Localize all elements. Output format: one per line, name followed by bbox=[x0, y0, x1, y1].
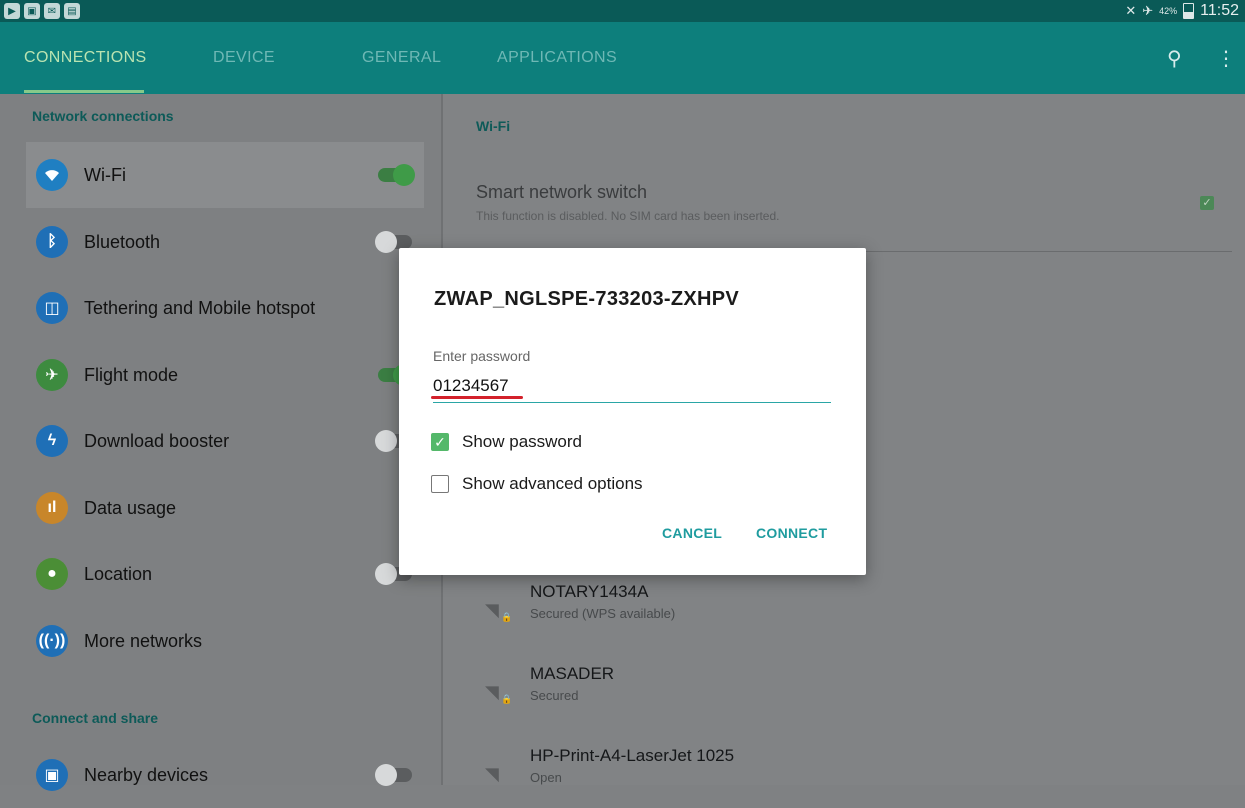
battery-percent: 42% bbox=[1159, 6, 1178, 16]
search-icon[interactable]: ⚲ bbox=[1167, 46, 1182, 71]
sidebar-item-data-usage[interactable]: ıl Data usage bbox=[26, 475, 424, 541]
show-advanced-options-checkbox[interactable] bbox=[431, 475, 449, 493]
sidebar-item-more-networks[interactable]: ((·)) More networks bbox=[26, 608, 424, 674]
status-right: ✕ ✈ 42% 11:52 bbox=[1125, 2, 1239, 20]
notification-icons: ▶ ▣ ✉ ▤ bbox=[4, 3, 80, 19]
sidebar-item-tethering[interactable]: ◫ Tethering and Mobile hotspot bbox=[26, 275, 424, 341]
smart-network-switch-subtitle: This function is disabled. No SIM card h… bbox=[476, 209, 780, 223]
bluetooth-toggle[interactable] bbox=[375, 231, 412, 253]
sidebar-item-download-booster[interactable]: ϟ Download booster bbox=[26, 408, 424, 474]
sidebar-item-location[interactable]: ● Location bbox=[26, 541, 424, 607]
sidebar-item-label: Download booster bbox=[84, 430, 230, 451]
network-item-notary[interactable]: ◥ 🔒 NOTARY1434A Secured (WPS available) bbox=[473, 582, 1173, 642]
hotspot-icon: ◫ bbox=[36, 292, 68, 324]
youtube-notification-icon: ▶ bbox=[4, 3, 20, 19]
cancel-button[interactable]: CANCEL bbox=[662, 525, 722, 541]
show-advanced-options-label[interactable]: Show advanced options bbox=[462, 474, 643, 494]
show-password-label[interactable]: Show password bbox=[462, 432, 582, 452]
sidebar-item-label: More networks bbox=[84, 630, 203, 651]
wifi-secured-icon: ◥ bbox=[485, 682, 499, 702]
sidebar-item-nearby-devices[interactable]: ▣ Nearby devices bbox=[26, 742, 424, 808]
dialog-title: ZWAP_NGLSPE-733203-ZXHPV bbox=[434, 288, 740, 310]
section-connect-and-share: Connect and share bbox=[32, 710, 159, 726]
battery-icon bbox=[1183, 3, 1195, 19]
network-name: MASADER bbox=[530, 664, 615, 683]
nearby-devices-toggle[interactable] bbox=[375, 764, 412, 786]
location-icon: ● bbox=[36, 558, 68, 590]
settings-tab-bar: CONNECTIONS DEVICE GENERAL APPLICATIONS … bbox=[0, 22, 1245, 94]
gallery-notification-icon: ▣ bbox=[24, 3, 40, 19]
sidebar-item-label: Location bbox=[84, 563, 153, 584]
nearby-devices-icon: ▣ bbox=[36, 759, 68, 791]
lock-icon: 🔒 bbox=[501, 612, 513, 622]
password-label: Enter password bbox=[433, 348, 531, 364]
network-status: Open bbox=[530, 770, 562, 785]
network-item-hp-print[interactable]: ◥ HP-Print-A4-LaserJet 1025 Open bbox=[473, 746, 1173, 806]
chart-icon: ıl bbox=[36, 492, 68, 524]
wifi-icon bbox=[36, 159, 68, 191]
sidebar-item-label: Flight mode bbox=[84, 364, 179, 385]
screenshot-notification-icon: ▤ bbox=[64, 3, 80, 19]
settings-list-pane: Network connections Wi-Fi ᛒ Bluetooth ◫ … bbox=[0, 94, 441, 791]
tab-general[interactable]: GENERAL bbox=[362, 49, 441, 67]
wifi-toggle[interactable] bbox=[378, 164, 415, 186]
network-name: NOTARY1434A bbox=[530, 582, 649, 601]
sidebar-item-label: Wi-Fi bbox=[84, 164, 126, 185]
section-network-connections: Network connections bbox=[32, 108, 174, 124]
bluetooth-icon: ᛒ bbox=[36, 226, 68, 258]
airplane-status-icon: ✈ bbox=[1142, 3, 1154, 18]
airplane-icon: ✈ bbox=[36, 359, 68, 391]
sidebar-item-label: Bluetooth bbox=[84, 231, 161, 252]
connect-button[interactable]: CONNECT bbox=[756, 525, 827, 541]
active-tab-indicator bbox=[24, 90, 144, 93]
smart-network-switch-title[interactable]: Smart network switch bbox=[476, 182, 647, 203]
wifi-heading: Wi-Fi bbox=[476, 118, 511, 134]
network-name: HP-Print-A4-LaserJet 1025 bbox=[530, 746, 735, 765]
network-status: Secured bbox=[530, 688, 579, 703]
smart-network-switch-checkbox[interactable]: ✓ bbox=[1200, 196, 1214, 210]
bolt-icon: ϟ bbox=[36, 425, 68, 457]
network-status: Secured (WPS available) bbox=[530, 606, 676, 621]
sidebar-item-flight-mode[interactable]: ✈ Flight mode bbox=[26, 342, 424, 408]
wifi-open-icon: ◥ bbox=[485, 764, 499, 784]
antenna-icon: ((·)) bbox=[36, 625, 68, 657]
wifi-secured-icon: ◥ bbox=[485, 600, 499, 620]
password-highlight-underline bbox=[431, 396, 523, 399]
network-item-masader[interactable]: ◥ 🔒 MASADER Secured bbox=[473, 664, 1173, 724]
wifi-password-dialog: ZWAP_NGLSPE-733203-ZXHPV Enter password … bbox=[399, 248, 866, 575]
show-password-checkbox[interactable]: ✓ bbox=[431, 433, 449, 451]
sidebar-item-label: Nearby devices bbox=[84, 764, 209, 785]
sidebar-item-wifi[interactable]: Wi-Fi bbox=[26, 142, 424, 208]
email-notification-icon: ✉ bbox=[44, 3, 60, 19]
no-signal-icon: ✕ bbox=[1125, 3, 1137, 18]
sidebar-item-label: Tethering and Mobile hotspot bbox=[84, 297, 316, 318]
sidebar-item-bluetooth[interactable]: ᛒ Bluetooth bbox=[26, 209, 424, 275]
tab-applications[interactable]: APPLICATIONS bbox=[497, 49, 617, 67]
clock: 11:52 bbox=[1200, 2, 1239, 19]
tab-device[interactable]: DEVICE bbox=[213, 49, 275, 67]
sidebar-item-label: Data usage bbox=[84, 497, 177, 518]
status-bar: ▶ ▣ ✉ ▤ ✕ ✈ 42% 11:52 bbox=[0, 0, 1245, 22]
more-options-icon[interactable]: ⋮ bbox=[1216, 46, 1236, 71]
tab-connections[interactable]: CONNECTIONS bbox=[24, 49, 147, 67]
lock-icon: 🔒 bbox=[501, 694, 513, 704]
